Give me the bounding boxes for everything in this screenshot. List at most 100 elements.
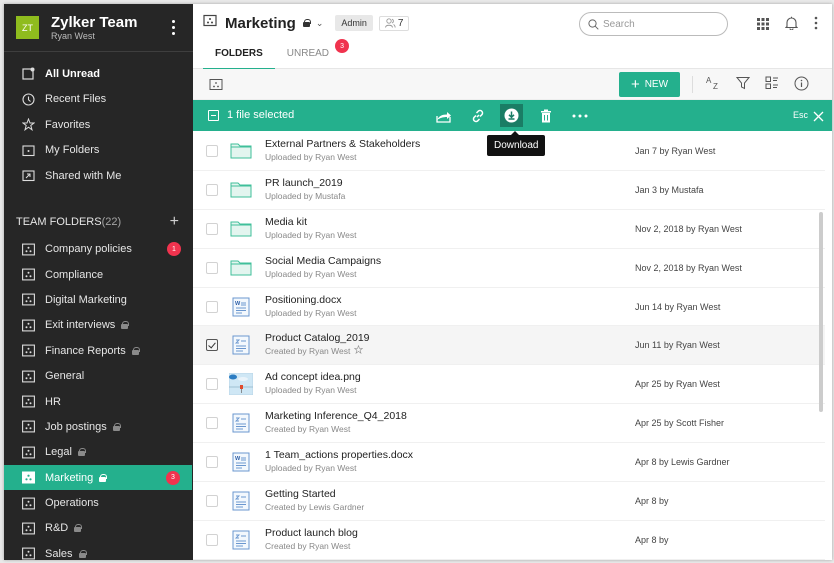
sidebar-item-compliance[interactable]: Compliance xyxy=(4,262,193,287)
file-name[interactable]: Ad concept idea.png xyxy=(265,371,635,384)
team-folder-icon xyxy=(22,370,35,383)
team-menu-icon[interactable] xyxy=(165,20,181,35)
file-name[interactable]: Product Catalog_2019 xyxy=(265,332,635,345)
file-name[interactable]: Media kit xyxy=(265,216,635,229)
user-name: Ryan West xyxy=(51,31,95,41)
chevron-down-icon[interactable]: ⌄ xyxy=(316,18,324,29)
sidebar-item-label: Legal xyxy=(45,446,72,459)
tab-folders[interactable]: FOLDERS xyxy=(203,40,275,70)
more-vertical-icon[interactable] xyxy=(814,16,818,35)
sidebar-item-legal[interactable]: Legal xyxy=(4,440,193,465)
sidebar-item-my-folders[interactable]: My Folders xyxy=(4,138,193,164)
sidebar-item-all-unread[interactable]: All Unread xyxy=(4,61,193,87)
file-row[interactable]: Product Catalog_2019 Created by Ryan Wes… xyxy=(193,326,825,366)
file-row[interactable]: W 1 Team_actions properties.docx Uploade… xyxy=(193,443,825,483)
trash-icon[interactable] xyxy=(534,104,557,127)
sidebar-item-digital-marketing[interactable]: Digital Marketing xyxy=(4,287,193,312)
modified-info: Nov 2, 2018 by Ryan West xyxy=(635,223,742,234)
file-row[interactable]: W Positioning.docx Uploaded by Ryan West… xyxy=(193,288,825,327)
sidebar-item-marketing[interactable]: Marketing 3 xyxy=(4,465,192,491)
row-checkbox[interactable] xyxy=(206,378,218,391)
plus-icon: + xyxy=(630,75,640,93)
sidebar-item-label: Sales xyxy=(45,547,73,560)
more-actions-icon[interactable] xyxy=(568,104,591,127)
view-toggle-icon[interactable] xyxy=(764,75,780,91)
list-scrollbar[interactable] xyxy=(819,212,823,412)
toolbar-divider xyxy=(692,76,693,93)
sidebar-item-hr[interactable]: HR xyxy=(4,389,193,414)
row-checkbox[interactable] xyxy=(206,144,218,157)
clock-icon xyxy=(22,93,35,106)
tab-bar: FOLDERS UNREAD 3 xyxy=(203,39,350,70)
deselect-checkbox[interactable] xyxy=(208,110,219,121)
sidebar-item-shared-with-me[interactable]: Shared with Me xyxy=(4,163,193,189)
file-row[interactable]: PR launch_2019 Uploaded by Mustafa Jan 3… xyxy=(193,171,825,210)
sidebar-item-favorites[interactable]: Favorites xyxy=(4,112,193,138)
sidebar-item-recent-files[interactable]: Recent Files xyxy=(4,87,193,113)
file-name[interactable]: Marketing Inference_Q4_2018 xyxy=(265,410,635,423)
lock-icon xyxy=(74,524,83,533)
modified-info: Apr 8 by Lewis Gardner xyxy=(635,457,730,468)
sidebar-item-finance-reports[interactable]: Finance Reports xyxy=(4,338,193,363)
search-input[interactable] xyxy=(603,18,713,30)
row-checkbox[interactable] xyxy=(206,494,218,507)
esc-label[interactable]: Esc xyxy=(793,110,808,120)
row-checkbox[interactable] xyxy=(206,417,218,430)
file-row[interactable]: Marketing Inference_Q4_2018 Created by R… xyxy=(193,404,825,444)
svg-text:A: A xyxy=(706,76,712,85)
sidebar-item-general[interactable]: General xyxy=(4,363,193,388)
file-name[interactable]: Product launch blog xyxy=(265,527,635,540)
lock-icon xyxy=(99,473,108,482)
sidebar-item-exit-interviews[interactable]: Exit interviews xyxy=(4,313,193,338)
team-header: ZT Zylker Team Ryan West xyxy=(4,4,193,52)
search-box[interactable] xyxy=(579,12,728,36)
lock-icon xyxy=(77,448,86,457)
row-checkbox[interactable] xyxy=(206,533,218,546)
add-team-folder-button[interactable]: + xyxy=(170,213,179,231)
share-icon[interactable] xyxy=(432,104,455,127)
file-row[interactable]: Product launch blog Created by Ryan West… xyxy=(193,521,825,560)
row-checkbox[interactable] xyxy=(206,339,218,352)
row-checkbox[interactable] xyxy=(206,183,218,196)
link-icon[interactable] xyxy=(466,104,489,127)
file-row[interactable]: Getting Started Created by Lewis Gardner… xyxy=(193,482,825,521)
team-folder-icon[interactable] xyxy=(209,78,223,96)
info-icon[interactable] xyxy=(793,75,809,91)
writer-doc-icon xyxy=(229,491,253,511)
file-row[interactable]: Social Media Campaigns Uploaded by Ryan … xyxy=(193,249,825,288)
close-icon[interactable] xyxy=(813,109,824,127)
team-folders-count: (22) xyxy=(101,215,122,228)
apps-grid-icon[interactable] xyxy=(757,17,769,35)
sidebar-item-operations[interactable]: Operations xyxy=(4,490,193,515)
file-row[interactable]: Ad concept idea.png Uploaded by Ryan Wes… xyxy=(193,365,825,405)
sidebar-item-sales[interactable]: Sales xyxy=(4,541,193,560)
file-name[interactable]: 1 Team_actions properties.docx xyxy=(265,449,635,462)
top-bar: Marketing ⌄ Admin 7 FOLDERS UNREAD 3 xyxy=(193,4,832,70)
sidebar-item-label: Digital Marketing xyxy=(45,293,127,306)
download-button[interactable] xyxy=(500,104,523,127)
members-button[interactable]: 7 xyxy=(378,15,410,31)
team-folder-list: Company policies 1 Compliance Digital Ma… xyxy=(4,237,193,561)
filter-icon[interactable] xyxy=(735,75,751,91)
word-doc-icon: W xyxy=(229,452,253,472)
file-name[interactable]: External Partners & Stakeholders xyxy=(265,138,635,151)
file-row[interactable]: Media kit Uploaded by Ryan West Nov 2, 2… xyxy=(193,210,825,249)
star-icon[interactable] xyxy=(354,345,364,358)
sidebar-item-label: All Unread xyxy=(45,67,101,80)
sort-az-icon[interactable]: AZ xyxy=(706,75,722,91)
file-name[interactable]: Getting Started xyxy=(265,488,635,501)
row-checkbox[interactable] xyxy=(206,261,218,274)
sidebar-item-r-d[interactable]: R&D xyxy=(4,516,193,541)
sidebar-item-job-postings[interactable]: Job postings xyxy=(4,414,193,439)
file-name[interactable]: Positioning.docx xyxy=(265,294,635,307)
row-checkbox[interactable] xyxy=(206,222,218,235)
row-checkbox[interactable] xyxy=(206,456,218,469)
sidebar-item-company-policies[interactable]: Company policies 1 xyxy=(4,237,193,262)
row-checkbox[interactable] xyxy=(206,300,218,313)
file-name[interactable]: Social Media Campaigns xyxy=(265,255,635,268)
file-name[interactable]: PR launch_2019 xyxy=(265,177,635,190)
bell-icon[interactable] xyxy=(784,16,799,35)
tab-unread[interactable]: UNREAD 3 xyxy=(275,39,350,70)
file-owner: Created by Ryan West xyxy=(265,346,351,357)
new-button[interactable]: + NEW xyxy=(619,72,680,97)
